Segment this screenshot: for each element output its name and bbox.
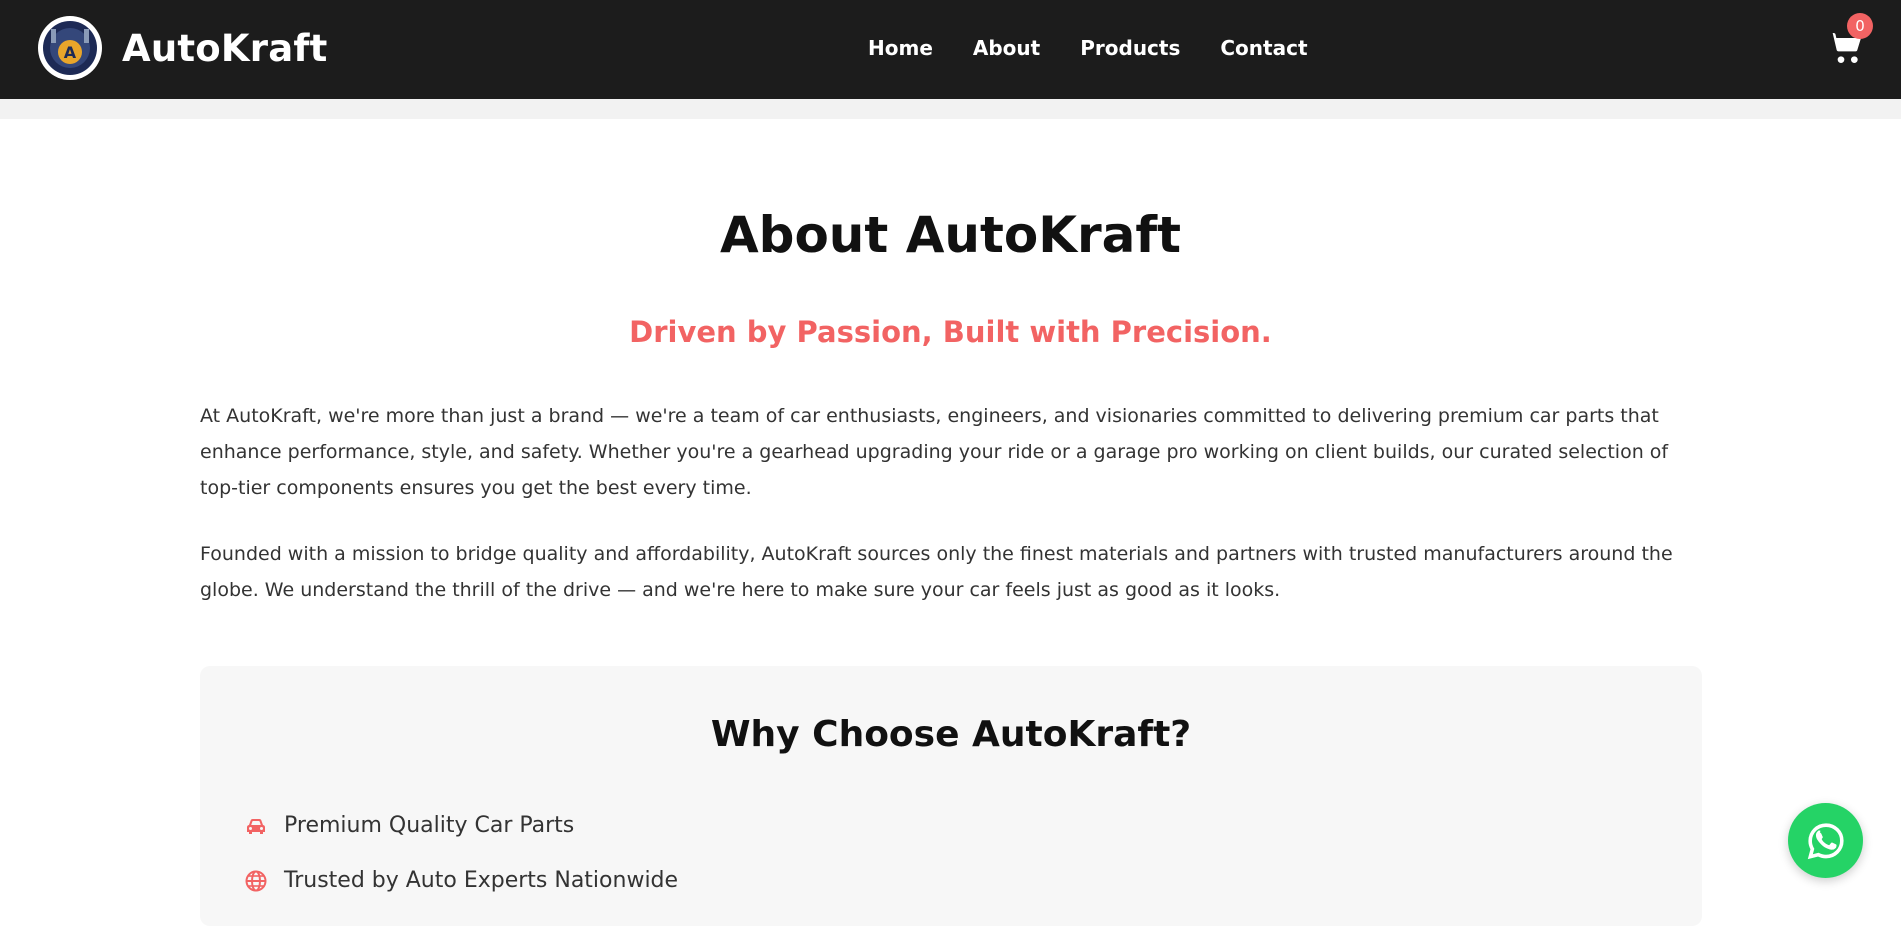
why-title: Why Choose AutoKraft? bbox=[710, 714, 1192, 755]
whatsapp-icon bbox=[1807, 822, 1844, 859]
brand-name: AutoKraft bbox=[122, 26, 328, 70]
site-header: A AutoKraft Home About Products Contact … bbox=[0, 0, 1901, 99]
why-item-label: Premium Quality Car Parts bbox=[284, 813, 575, 838]
why-item-label: Trusted by Auto Experts Nationwide bbox=[284, 868, 679, 893]
about-paragraph-2: Founded with a mission to bridge quality… bbox=[200, 543, 1673, 601]
nav-about[interactable]: About bbox=[973, 36, 1040, 60]
about-paragraph-1: At AutoKraft, we're more than just a bra… bbox=[200, 405, 1669, 499]
list-item: Trusted by Auto Experts Nationwide bbox=[244, 853, 678, 908]
why-list: Premium Quality Car Parts Trusted by Aut… bbox=[244, 798, 678, 908]
why-choose-card: Why Choose AutoKraft? Premium Quality Ca… bbox=[200, 666, 1702, 926]
car-icon bbox=[244, 814, 268, 838]
nav-home[interactable]: Home bbox=[868, 36, 933, 60]
nav-contact[interactable]: Contact bbox=[1220, 36, 1307, 60]
header-shadow-strip bbox=[0, 99, 1901, 119]
logo: A bbox=[38, 16, 102, 80]
globe-icon bbox=[244, 869, 268, 893]
logo-letter: A bbox=[64, 43, 77, 62]
logo-emblem-icon: A bbox=[43, 21, 97, 75]
whatsapp-chat-button[interactable] bbox=[1788, 803, 1863, 878]
brand-link[interactable]: A AutoKraft bbox=[38, 16, 328, 80]
nav-products[interactable]: Products bbox=[1080, 36, 1180, 60]
cart-count-badge: 0 bbox=[1847, 13, 1873, 39]
tagline: Driven by Passion, Built with Precision. bbox=[629, 315, 1272, 349]
main-nav: Home About Products Contact bbox=[868, 36, 1308, 60]
list-item: Premium Quality Car Parts bbox=[244, 798, 678, 853]
page-title: About AutoKraft bbox=[719, 206, 1182, 264]
